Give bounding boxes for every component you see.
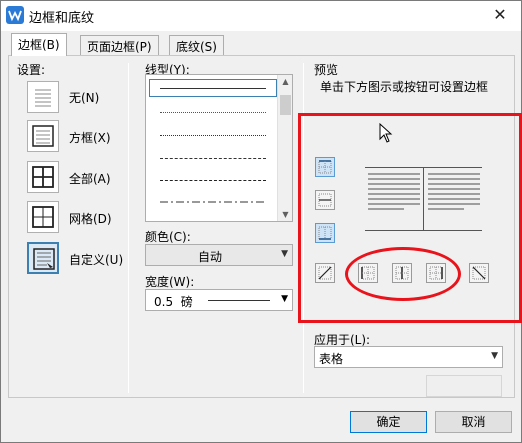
box-border-icon [32, 125, 54, 147]
setting-custom-button[interactable] [27, 242, 59, 274]
options-button [426, 375, 502, 397]
custom-border-icon [33, 248, 55, 270]
inside-vertical-border-icon [395, 266, 409, 280]
line-style-dash-dot[interactable] [150, 195, 276, 209]
color-value: 自动 [197, 250, 222, 264]
tab-borders[interactable]: 边框(B) [11, 33, 67, 56]
setting-box-button[interactable] [27, 120, 59, 152]
apply-to-dropdown[interactable]: 表格 ▼ [314, 346, 503, 368]
chevron-down-icon: ▼ [491, 351, 498, 361]
width-label: 宽度(W): [145, 275, 195, 289]
apply-to-value: 表格 [319, 352, 344, 366]
inside-horizontal-border-icon [318, 193, 332, 207]
grid-border-icon [32, 206, 54, 228]
window-title: 边框和底纹 [29, 11, 95, 26]
right-border-button[interactable] [426, 263, 446, 283]
setting-none-label: 无(N) [69, 91, 100, 105]
chevron-down-icon: ▼ [281, 294, 288, 304]
tab-page-borders[interactable]: 页面边框(P) [80, 35, 159, 55]
setting-all-button[interactable] [27, 161, 59, 193]
bottom-border-icon [318, 226, 332, 240]
tab-shading[interactable]: 底纹(S) [169, 35, 224, 55]
inside-horizontal-border-button[interactable] [315, 190, 335, 210]
scroll-down-arrow-icon[interactable]: ▼ [281, 210, 290, 219]
separator-right [303, 63, 304, 393]
line-style-list[interactable]: ▲ ▼ [145, 74, 293, 222]
ok-button[interactable]: 确定 [350, 411, 427, 433]
scroll-thumb[interactable] [280, 95, 291, 115]
diagonal-down-border-button[interactable] [469, 263, 489, 283]
borders-and-shading-dialog: 边框和底纹 ✕ 边框(B) 页面边框(P) 底纹(S) 设置: 无(N) 方框(… [0, 0, 522, 443]
diagonal-up-border-button[interactable] [315, 263, 335, 283]
bottom-border-button[interactable] [315, 223, 335, 243]
title-bar: 边框和底纹 ✕ [1, 1, 521, 31]
line-style-dotted-fine[interactable] [150, 105, 276, 119]
scroll-up-arrow-icon[interactable]: ▲ [281, 77, 290, 86]
setting-grid-button[interactable] [27, 201, 59, 233]
color-dropdown[interactable]: 自动 ▼ [145, 244, 293, 266]
diagonal-up-border-icon [318, 266, 332, 280]
left-border-icon [361, 266, 375, 280]
right-border-icon [429, 266, 443, 280]
chevron-down-icon: ▼ [281, 249, 288, 259]
top-border-button[interactable] [315, 157, 335, 177]
all-borders-icon [32, 166, 54, 188]
cancel-button[interactable]: 取消 [435, 411, 512, 433]
preview-center-border [423, 168, 424, 231]
preview-heading: 预览 [314, 63, 339, 77]
wps-writer-icon [6, 6, 24, 24]
top-border-icon [318, 160, 332, 174]
width-value: 0.5 磅 [154, 295, 193, 309]
color-label: 颜色(C): [145, 230, 191, 244]
line-style-solid[interactable] [149, 79, 277, 97]
none-border-icon [35, 89, 51, 107]
preview-hint: 单击下方图示或按钮可设置边框 [320, 80, 489, 94]
line-style-dashed[interactable] [150, 173, 276, 187]
setting-box-label: 方框(X) [69, 131, 111, 145]
setting-all-label: 全部(A) [69, 172, 111, 186]
settings-heading: 设置: [17, 63, 46, 77]
diagonal-down-border-icon [472, 266, 486, 280]
separator-left [128, 63, 129, 393]
close-button[interactable]: ✕ [487, 3, 513, 27]
preview-document-table[interactable] [365, 167, 482, 231]
line-style-dashed-short[interactable] [150, 151, 276, 165]
line-style-dash-dot-long[interactable] [150, 215, 276, 221]
setting-grid-label: 网格(D) [69, 212, 112, 226]
width-line-sample [208, 300, 270, 301]
left-border-button[interactable] [358, 263, 378, 283]
setting-none-button[interactable] [27, 81, 59, 113]
setting-custom-label: 自定义(U) [69, 253, 124, 267]
mouse-cursor-icon [379, 123, 393, 143]
line-style-dotted[interactable] [150, 128, 276, 142]
width-dropdown[interactable]: 0.5 磅 ▼ [145, 289, 293, 311]
line-style-scrollbar[interactable]: ▲ ▼ [277, 75, 292, 221]
inside-vertical-border-button[interactable] [392, 263, 412, 283]
